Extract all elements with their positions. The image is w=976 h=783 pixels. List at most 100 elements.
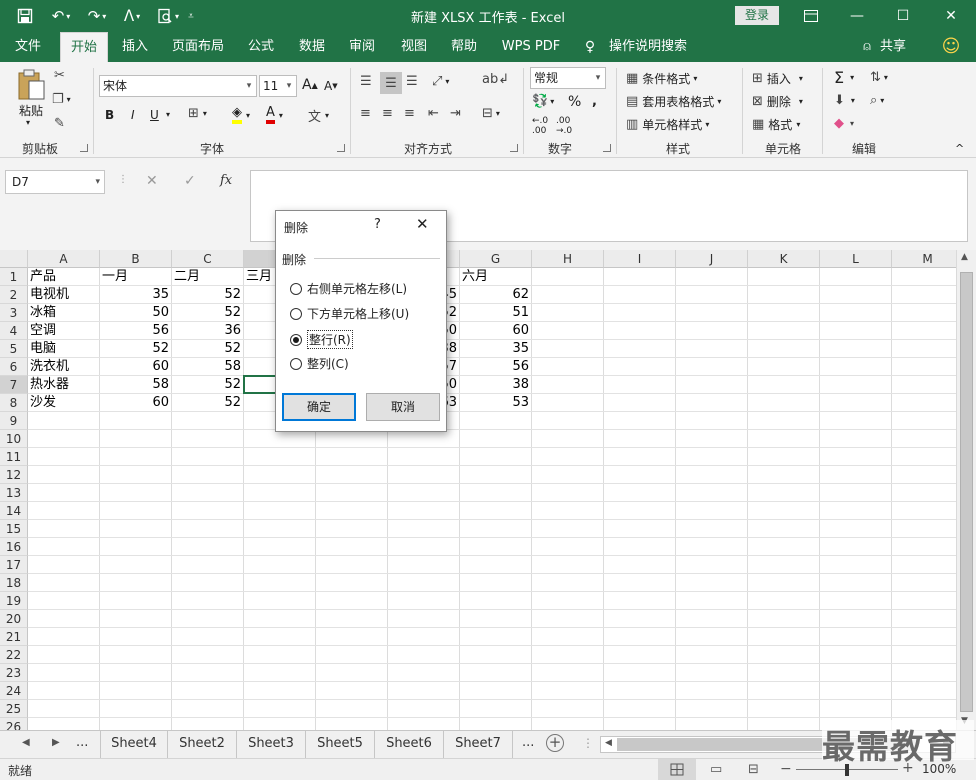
radio-shift-left[interactable]: 右侧单元格左移(L) [290, 280, 407, 297]
font-size-combo[interactable]: 11 ▾ [259, 75, 297, 97]
align-top-icon[interactable]: ☰ [360, 74, 372, 89]
find-select-icon[interactable]: ⌕ ▾ [870, 93, 884, 108]
align-middle-icon[interactable]: ☰ [380, 72, 402, 94]
dialog-close-icon[interactable]: ✕ [416, 215, 429, 233]
dialog-help-button[interactable]: ? [374, 217, 381, 232]
print-preview-icon[interactable]: ▾ [154, 6, 182, 26]
close-icon[interactable]: ✕ [926, 0, 976, 32]
row-header[interactable]: 14 [0, 502, 28, 520]
column-header[interactable]: J [676, 250, 748, 268]
decrease-font-icon[interactable]: A ▼ [324, 79, 338, 93]
format-cells-button[interactable]: ▦ 格式 ▾ [752, 116, 800, 133]
tab-scroll-left-icon[interactable]: ◀ [22, 737, 30, 748]
decrease-indent-icon[interactable]: ⇤ [428, 106, 439, 121]
row-header[interactable]: 26 [0, 718, 28, 730]
select-all-corner[interactable] [0, 250, 28, 268]
sheet-tab[interactable]: Sheet3 [237, 731, 306, 758]
confirm-entry-icon[interactable]: ✓ [184, 173, 196, 189]
cell[interactable]: 36 [172, 322, 243, 340]
more-tabs-right-icon[interactable]: ... [522, 735, 534, 750]
cut-icon[interactable]: ✂ [54, 68, 65, 83]
cell[interactable]: 二月 [172, 268, 243, 286]
paste-icon[interactable] [14, 68, 48, 102]
maximize-icon[interactable]: ☐ [880, 0, 926, 32]
cell[interactable]: 50 [100, 304, 171, 322]
alignment-launcher-icon[interactable] [510, 144, 518, 152]
number-launcher-icon[interactable] [603, 144, 611, 152]
customize-toolbar-icon[interactable]: ⩡ [184, 6, 198, 26]
cancel-button[interactable]: 取消 [366, 393, 440, 421]
cell[interactable]: 62 [460, 286, 531, 304]
cell[interactable]: 51 [460, 304, 531, 322]
row-header[interactable]: 22 [0, 646, 28, 664]
font-color-icon[interactable]: A ▾ [266, 106, 283, 124]
tab-page-layout[interactable]: 页面布局 [164, 32, 232, 62]
cell[interactable]: 52 [172, 286, 243, 304]
wrap-text-icon[interactable]: ab↲ [482, 72, 509, 87]
row-header[interactable]: 23 [0, 664, 28, 682]
font-launcher-icon[interactable] [337, 144, 345, 152]
row-header[interactable]: 20 [0, 610, 28, 628]
tab-formulas[interactable]: 公式 [240, 32, 282, 62]
align-bottom-icon[interactable]: ☰ [406, 74, 418, 89]
column-header[interactable]: H [532, 250, 604, 268]
scroll-up-icon[interactable]: ▲ [961, 252, 968, 262]
tab-view[interactable]: 视图 [392, 32, 436, 62]
tab-file[interactable]: 文件 [4, 32, 52, 62]
vertical-scrollbar[interactable]: ▲ ▼ [956, 250, 976, 730]
clear-icon[interactable]: ◆ ▾ [834, 116, 854, 131]
name-box[interactable]: D7 ▾ [5, 170, 105, 194]
cell[interactable]: 60 [460, 322, 531, 340]
zoom-out-icon[interactable]: − [780, 761, 792, 777]
save-icon[interactable] [14, 6, 36, 26]
increase-font-icon[interactable]: A ▲ [302, 77, 318, 93]
chevron-down-icon[interactable]: ▾ [591, 68, 605, 88]
cell[interactable]: 38 [460, 376, 531, 394]
underline-button[interactable]: U [150, 108, 159, 122]
redo-icon[interactable]: ↷ ▾ [82, 6, 112, 26]
row-header[interactable]: 11 [0, 448, 28, 466]
merge-center-icon[interactable]: ⊟ ▾ [482, 106, 500, 121]
row-header[interactable]: 13 [0, 484, 28, 502]
cell[interactable]: 53 [460, 394, 531, 412]
new-sheet-icon[interactable]: + [546, 734, 564, 752]
bold-button[interactable]: B [105, 108, 114, 122]
login-button[interactable]: 登录 [735, 6, 779, 25]
cell[interactable]: 产品 [28, 268, 99, 286]
decrease-decimal-icon[interactable]: .00 →.0 [556, 116, 572, 136]
column-header[interactable]: C [172, 250, 244, 268]
increase-decimal-icon[interactable]: ←.0.00 [532, 116, 548, 136]
radio-shift-up[interactable]: 下方单元格上移(U) [290, 305, 409, 322]
tell-me-search[interactable]: 操作说明搜索 [606, 32, 690, 62]
row-header[interactable]: 17 [0, 556, 28, 574]
column-header[interactable]: L [820, 250, 892, 268]
fill-icon[interactable]: ⬇ ▾ [834, 93, 855, 108]
column-header[interactable]: I [604, 250, 676, 268]
tab-scroll-right-icon[interactable]: ▶ [52, 737, 60, 748]
radio-circle-selected[interactable] [290, 333, 302, 346]
column-header[interactable]: K [748, 250, 820, 268]
row-header[interactable]: 18 [0, 574, 28, 592]
tab-insert[interactable]: 插入 [112, 32, 158, 62]
paste-dropdown-icon[interactable]: ▾ [26, 118, 30, 127]
comma-style-icon[interactable]: , [592, 94, 597, 109]
radio-entire-column[interactable]: 整列(C) [290, 355, 349, 372]
row-header[interactable]: 9 [0, 412, 28, 430]
radio-entire-row[interactable]: 整行(R) [290, 330, 353, 349]
radio-circle[interactable] [290, 282, 302, 295]
row-header[interactable]: 2 [0, 286, 28, 304]
cell[interactable]: 电视机 [28, 286, 99, 304]
autosum-icon[interactable]: Σ ▾ [834, 68, 854, 87]
smiley-icon[interactable]: ☺ [940, 32, 962, 62]
sheet-tab[interactable]: Sheet2 [168, 731, 237, 758]
page-layout-view-icon[interactable]: ▭ [710, 762, 722, 777]
cell[interactable]: 52 [172, 340, 243, 358]
border-icon[interactable]: ⊞ ▾ [188, 106, 207, 121]
fill-color-icon[interactable]: ◈ ▾ [232, 106, 250, 124]
format-as-table-button[interactable]: ▤ 套用表格格式 ▾ [626, 93, 721, 110]
minimize-icon[interactable]: — [834, 0, 880, 32]
cell[interactable]: 58 [100, 376, 171, 394]
cell[interactable]: 冰箱 [28, 304, 99, 322]
align-right-icon[interactable]: ≡ [404, 106, 415, 121]
row-header[interactable]: 6 [0, 358, 28, 376]
